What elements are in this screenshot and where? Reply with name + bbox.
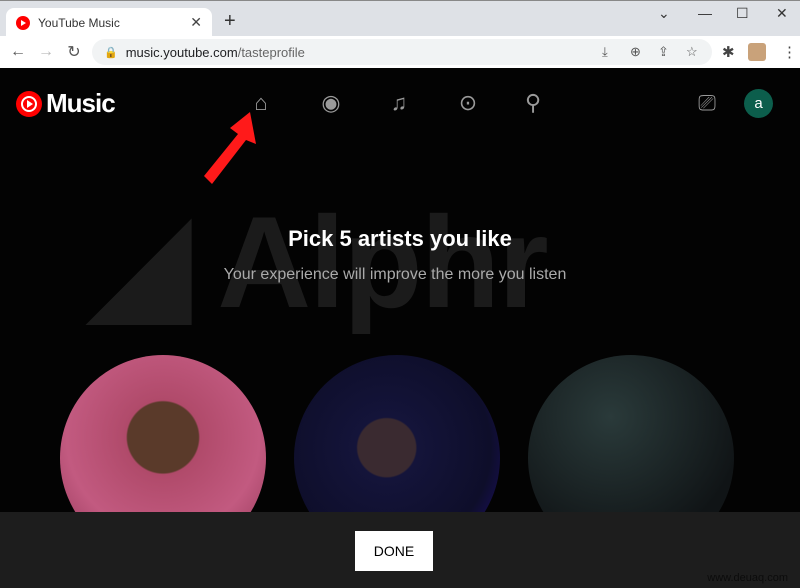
avatar[interactable]: a xyxy=(744,89,773,118)
logo-text: Music xyxy=(46,88,116,118)
search-icon[interactable]: ⚲ xyxy=(520,90,546,116)
share-icon[interactable]: ⇪ xyxy=(658,39,669,65)
site-watermark: www.deuaq.com xyxy=(707,572,788,584)
page-subtitle: Your experience will improve the more yo… xyxy=(223,266,567,283)
new-tab-button[interactable]: + xyxy=(224,10,236,33)
bookmark-star-icon[interactable]: ☆ xyxy=(686,39,698,65)
back-icon[interactable]: ← xyxy=(4,43,32,61)
lock-icon: 🔒 xyxy=(104,46,118,59)
url-path: /tasteprofile xyxy=(237,44,305,60)
bottom-bar: DONE www.deuaq.com xyxy=(0,512,800,588)
alphr-watermark: ◢ Alphr xyxy=(90,189,549,335)
upgrade-play-icon[interactable]: ⊙ xyxy=(455,90,481,116)
page: ◢ Alphr Music ⌂ ◉ ♫ ⊙ ⚲ ⎚ a Pick 5 artis… xyxy=(0,68,800,588)
minimize-button[interactable]: — xyxy=(698,5,712,21)
browser-toolbar: ← → ↻ 🔒 music.youtube.com/tasteprofile ⤓… xyxy=(0,36,800,68)
library-icon[interactable]: ♫ xyxy=(386,90,412,116)
cast-icon[interactable]: ⎚ xyxy=(694,90,720,116)
explore-compass-icon[interactable]: ◉ xyxy=(318,90,344,116)
youtube-music-favicon xyxy=(16,15,30,30)
install-icon[interactable]: ⤓ xyxy=(602,39,608,65)
browser-tab[interactable]: YouTube Music ✕ xyxy=(6,8,212,37)
reload-icon[interactable]: ↻ xyxy=(60,42,88,62)
address-bar[interactable]: 🔒 music.youtube.com/tasteprofile ⤓ ⊕ ⇪ ☆ xyxy=(92,39,712,65)
play-logo-icon xyxy=(16,90,42,117)
url-domain: music.youtube.com xyxy=(125,44,238,60)
done-button[interactable]: DONE xyxy=(355,531,433,571)
close-tab-icon[interactable]: ✕ xyxy=(190,14,202,31)
extensions-icon[interactable]: ✱ xyxy=(722,43,735,61)
forward-icon[interactable]: → xyxy=(32,43,60,61)
close-window-button[interactable]: ✕ xyxy=(776,5,788,22)
tab-search-icon[interactable]: ⌄ xyxy=(658,5,670,22)
red-arrow-annotation xyxy=(204,112,256,184)
page-title: Pick 5 artists you like xyxy=(288,226,512,251)
menu-icon[interactable]: ⋮ xyxy=(782,43,797,61)
tab-strip: YouTube Music ✕ + ⌄ — ☐ ✕ xyxy=(0,0,800,37)
tab-title: YouTube Music xyxy=(38,15,120,30)
maximize-button[interactable]: ☐ xyxy=(736,5,749,22)
youtube-music-logo[interactable]: Music xyxy=(16,88,116,119)
zoom-icon[interactable]: ⊕ xyxy=(630,39,641,65)
profile-avatar-icon[interactable] xyxy=(748,43,766,61)
